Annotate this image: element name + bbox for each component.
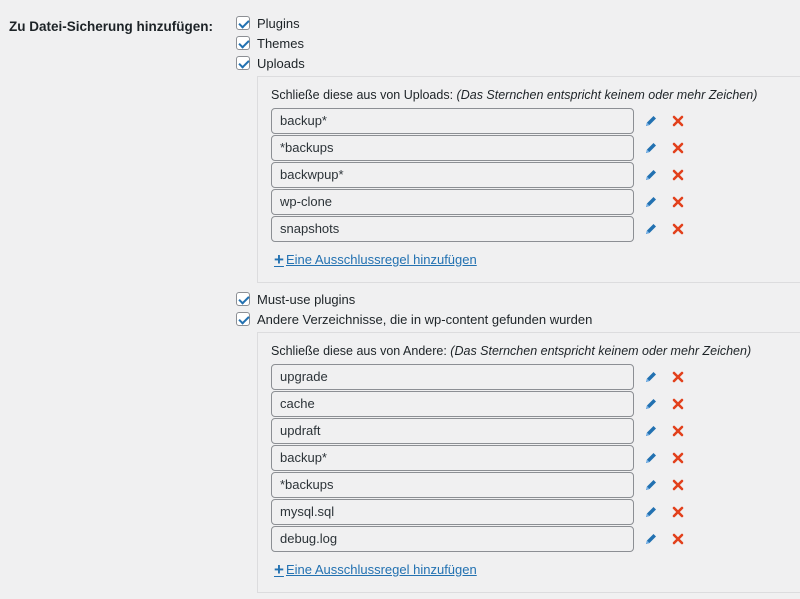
- exclusion-rule-input[interactable]: [271, 134, 634, 161]
- exclusion-rule-row: [271, 188, 800, 215]
- backup-options: Plugins Themes Uploads Schließe diese au…: [236, 13, 800, 599]
- add-link-label: Eine Ausschlussregel hinzufügen: [285, 562, 477, 577]
- panel-heading-text: Schließe diese aus von Uploads:: [271, 88, 454, 102]
- panel-heading: Schließe diese aus von Uploads: (Das Ste…: [271, 88, 800, 102]
- exclusion-rule-row: [271, 471, 800, 498]
- exclusion-rule-input[interactable]: [271, 215, 634, 242]
- exclusion-rule-row: [271, 525, 800, 552]
- panel-heading-text: Schließe diese aus von Andere:: [271, 344, 447, 358]
- option-other-directories[interactable]: Andere Verzeichnisse, die in wp-content …: [236, 309, 800, 329]
- section-label: Zu Datei-Sicherung hinzufügen:: [9, 19, 213, 34]
- pencil-icon[interactable]: [642, 166, 660, 184]
- exclusion-rule-input[interactable]: [271, 417, 634, 444]
- checkbox-themes[interactable]: [236, 36, 250, 50]
- exclusion-rule-input[interactable]: [271, 471, 634, 498]
- cross-icon[interactable]: [669, 193, 687, 211]
- cross-icon[interactable]: [669, 530, 687, 548]
- cross-icon[interactable]: [669, 139, 687, 157]
- cross-icon[interactable]: [669, 220, 687, 238]
- option-plugins[interactable]: Plugins: [236, 13, 800, 33]
- pencil-icon[interactable]: [642, 220, 660, 238]
- exclusion-rule-row: [271, 215, 800, 242]
- cross-icon[interactable]: [669, 449, 687, 467]
- panel-heading: Schließe diese aus von Andere: (Das Ster…: [271, 344, 800, 358]
- exclusion-rule-row: [271, 390, 800, 417]
- cross-icon[interactable]: [669, 476, 687, 494]
- exclusion-rule-row: [271, 417, 800, 444]
- checkbox-must-use-plugins[interactable]: [236, 292, 250, 306]
- exclusion-rule-row: [271, 134, 800, 161]
- exclusion-rule-input[interactable]: [271, 188, 634, 215]
- exclusion-rule-input[interactable]: [271, 363, 634, 390]
- option-must-use-plugins[interactable]: Must-use plugins: [236, 289, 800, 309]
- exclusion-rule-row: [271, 107, 800, 134]
- option-label: Uploads: [257, 55, 305, 71]
- pencil-icon[interactable]: [642, 476, 660, 494]
- add-link-label: Eine Ausschlussregel hinzufügen: [285, 252, 477, 267]
- exclusion-rule-row: [271, 498, 800, 525]
- checkbox-uploads[interactable]: [236, 56, 250, 70]
- pencil-icon[interactable]: [642, 139, 660, 157]
- option-label: Plugins: [257, 15, 300, 31]
- exclusion-rule-input[interactable]: [271, 161, 634, 188]
- option-uploads[interactable]: Uploads: [236, 53, 800, 73]
- panel-hint: (Das Sternchen entspricht keinem oder me…: [450, 344, 752, 358]
- checkbox-plugins[interactable]: [236, 16, 250, 30]
- plus-icon: +: [274, 250, 284, 269]
- pencil-icon[interactable]: [642, 503, 660, 521]
- pencil-icon[interactable]: [642, 193, 660, 211]
- exclusion-rule-input[interactable]: [271, 390, 634, 417]
- exclusion-rule-input[interactable]: [271, 498, 634, 525]
- uploads-exclusion-panel: Schließe diese aus von Uploads: (Das Ste…: [257, 76, 800, 283]
- cross-icon[interactable]: [669, 395, 687, 413]
- pencil-icon[interactable]: [642, 395, 660, 413]
- panel-hint: (Das Sternchen entspricht keinem oder me…: [456, 88, 758, 102]
- pencil-icon[interactable]: [642, 112, 660, 130]
- cross-icon[interactable]: [669, 112, 687, 130]
- exclusion-rule-input[interactable]: [271, 444, 634, 471]
- checkbox-other-directories[interactable]: [236, 312, 250, 326]
- pencil-icon[interactable]: [642, 530, 660, 548]
- option-themes[interactable]: Themes: [236, 33, 800, 53]
- exclusion-rule-input[interactable]: [271, 107, 634, 134]
- add-exclusion-rule-link[interactable]: + Eine Ausschlussregel hinzufügen: [274, 561, 477, 578]
- pencil-icon[interactable]: [642, 368, 660, 386]
- other-exclusion-panel: Schließe diese aus von Andere: (Das Ster…: [257, 332, 800, 593]
- cross-icon[interactable]: [669, 503, 687, 521]
- add-exclusion-rule-link[interactable]: + Eine Ausschlussregel hinzufügen: [274, 251, 477, 268]
- option-label: Andere Verzeichnisse, die in wp-content …: [257, 311, 593, 327]
- exclusion-rule-input[interactable]: [271, 525, 634, 552]
- cross-icon[interactable]: [669, 422, 687, 440]
- plus-icon: +: [274, 560, 284, 579]
- exclusion-rule-row: [271, 161, 800, 188]
- exclusion-rule-row: [271, 363, 800, 390]
- option-label: Themes: [257, 35, 304, 51]
- cross-icon[interactable]: [669, 368, 687, 386]
- cross-icon[interactable]: [669, 166, 687, 184]
- option-label: Must-use plugins: [257, 291, 356, 307]
- exclusion-rule-row: [271, 444, 800, 471]
- pencil-icon[interactable]: [642, 449, 660, 467]
- pencil-icon[interactable]: [642, 422, 660, 440]
